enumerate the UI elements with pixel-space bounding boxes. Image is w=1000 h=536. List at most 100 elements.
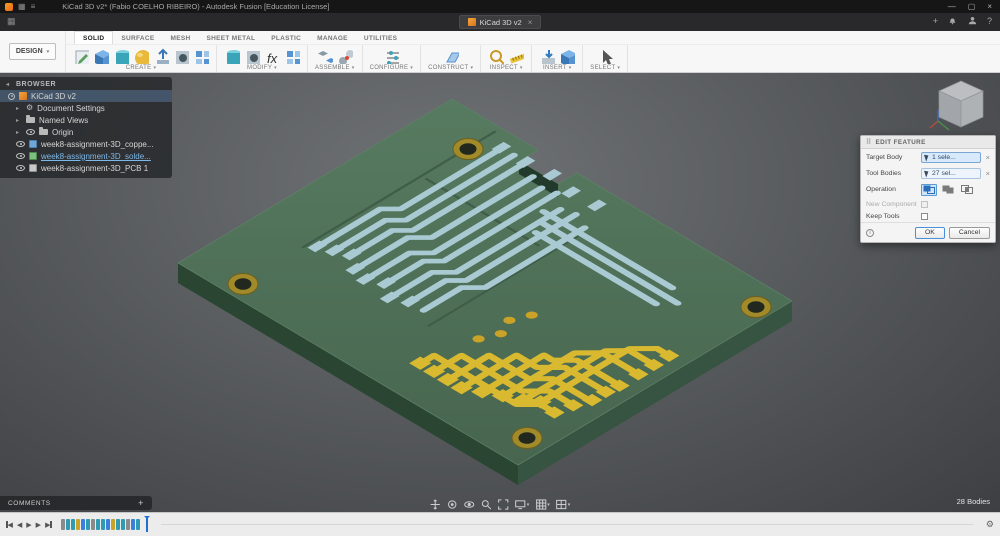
add-comment-icon[interactable]: + bbox=[138, 498, 144, 508]
tab-sheet-metal[interactable]: SHEET METAL bbox=[199, 32, 264, 44]
group-label-modify[interactable]: MODIFY ▾ bbox=[247, 65, 277, 71]
new-component-icon[interactable] bbox=[317, 48, 333, 64]
timeline-feature-icon[interactable] bbox=[70, 519, 75, 530]
visibility-eye-icon[interactable] bbox=[16, 153, 25, 159]
insert-mesh-icon[interactable] bbox=[559, 48, 576, 64]
add-tab-icon[interactable]: + bbox=[933, 16, 938, 26]
timeline-feature-icon[interactable] bbox=[95, 519, 100, 530]
operation-join-icon[interactable] bbox=[940, 184, 956, 196]
pan-icon[interactable] bbox=[430, 499, 441, 510]
tool-bodies-selection-chip[interactable]: 27 sel... bbox=[921, 167, 981, 179]
minimize-icon[interactable]: — bbox=[948, 2, 956, 11]
fillet-icon[interactable] bbox=[224, 48, 240, 64]
drag-grip-icon[interactable]: ⠿ bbox=[866, 138, 872, 146]
display-settings-icon[interactable]: ▾ bbox=[515, 499, 529, 510]
timeline-feature-icon[interactable] bbox=[135, 519, 140, 530]
operation-intersect-icon[interactable] bbox=[959, 184, 975, 196]
visibility-eye-icon[interactable] bbox=[16, 165, 25, 171]
chevron-right-icon[interactable]: ▸ bbox=[16, 117, 22, 124]
info-icon[interactable]: i bbox=[866, 228, 874, 237]
sphere-icon[interactable] bbox=[133, 48, 149, 64]
browser-header[interactable]: ◂ BROWSER bbox=[0, 79, 172, 90]
inspect-icon[interactable] bbox=[488, 48, 505, 64]
box-icon[interactable] bbox=[93, 48, 109, 64]
group-label-assemble[interactable]: ASSEMBLE ▾ bbox=[315, 65, 355, 71]
settings-gear-icon[interactable]: ⚙ bbox=[986, 519, 994, 530]
help-icon[interactable]: ? bbox=[987, 16, 992, 26]
user-icon[interactable] bbox=[967, 15, 978, 26]
tab-solid[interactable]: SOLID bbox=[74, 31, 114, 44]
collapse-panel-icon[interactable]: ◂ bbox=[6, 81, 12, 88]
timeline-track[interactable] bbox=[161, 524, 973, 525]
keep-tools-checkbox[interactable] bbox=[921, 212, 928, 220]
measure-icon[interactable] bbox=[508, 48, 525, 64]
timeline-feature-icon[interactable] bbox=[60, 519, 65, 530]
view-cube[interactable] bbox=[928, 75, 994, 137]
active-component-radio-icon[interactable] bbox=[8, 92, 15, 100]
cancel-button[interactable]: Cancel bbox=[948, 226, 990, 239]
timeline-feature-icon[interactable] bbox=[125, 519, 130, 530]
timeline-feature-icon[interactable] bbox=[100, 519, 105, 530]
modify-pattern-icon[interactable] bbox=[284, 48, 300, 64]
cylinder-icon[interactable] bbox=[113, 48, 129, 64]
browser-item-copper-body[interactable]: week8-assignment-3D_coppe... bbox=[0, 138, 172, 150]
group-label-inspect[interactable]: INSPECT ▾ bbox=[490, 65, 523, 71]
tab-manage[interactable]: MANAGE bbox=[309, 32, 356, 44]
comments-bar[interactable]: COMMENTS + bbox=[0, 496, 152, 510]
play-icon[interactable]: ▶ bbox=[26, 521, 31, 529]
tab-plastic[interactable]: PLASTIC bbox=[263, 32, 309, 44]
timeline-feature-icon[interactable] bbox=[85, 519, 90, 530]
browser-item-pcb-component[interactable]: week8-assignment-3D_PCB 1 bbox=[0, 162, 172, 174]
tab-surface[interactable]: SURFACE bbox=[113, 32, 162, 44]
workspace-switcher-button[interactable]: DESIGN ▾ bbox=[8, 43, 57, 60]
group-label-configure[interactable]: CONFIGURE ▾ bbox=[370, 65, 414, 71]
timeline-feature-icon[interactable] bbox=[130, 519, 135, 530]
target-body-selection-chip[interactable]: 1 sele... bbox=[921, 151, 981, 163]
hole-icon[interactable] bbox=[173, 48, 189, 64]
notification-bell-icon[interactable] bbox=[947, 15, 958, 26]
timeline-feature-icon[interactable] bbox=[90, 519, 95, 530]
viewports-icon[interactable]: ▾ bbox=[556, 499, 570, 510]
ok-button[interactable]: OK bbox=[915, 226, 945, 239]
chevron-right-icon[interactable]: ▸ bbox=[16, 129, 22, 136]
timeline-feature-icon[interactable] bbox=[105, 519, 110, 530]
chevron-right-icon[interactable]: ▸ bbox=[16, 105, 22, 112]
browser-item-root[interactable]: KiCad 3D v2 bbox=[0, 90, 172, 102]
look-at-icon[interactable] bbox=[464, 499, 475, 510]
document-tab[interactable]: KiCad 3D v2 × bbox=[458, 15, 542, 29]
operation-cut-icon[interactable] bbox=[921, 183, 937, 196]
skip-end-icon[interactable]: ▶ bbox=[45, 521, 52, 529]
tab-utilities[interactable]: UTILITIES bbox=[356, 32, 405, 44]
extrude-icon[interactable] bbox=[153, 48, 169, 64]
browser-item-named-views[interactable]: ▸ Named Views bbox=[0, 114, 172, 126]
group-label-create[interactable]: CREATE ▾ bbox=[126, 65, 157, 71]
group-label-insert[interactable]: INSERT ▾ bbox=[543, 65, 572, 71]
pattern-icon[interactable] bbox=[193, 48, 209, 64]
create-sketch-icon[interactable] bbox=[73, 48, 89, 64]
timeline-feature-icon[interactable] bbox=[115, 519, 120, 530]
visibility-eye-icon[interactable] bbox=[16, 141, 25, 147]
data-panel-icon[interactable]: ▦ bbox=[7, 17, 16, 26]
step-back-icon[interactable]: ◀ bbox=[17, 521, 22, 529]
browser-item-solder-body[interactable]: week8-assignment-3D_solde... bbox=[0, 150, 172, 162]
timeline-feature-icon[interactable] bbox=[75, 519, 80, 530]
timeline-feature-icon[interactable] bbox=[65, 519, 70, 530]
browser-item-document-settings[interactable]: ▸ ⚙ Document Settings bbox=[0, 102, 172, 114]
construction-plane-icon[interactable] bbox=[443, 48, 459, 64]
shell-icon[interactable] bbox=[244, 48, 260, 64]
timeline-feature-icon[interactable] bbox=[80, 519, 85, 530]
select-icon[interactable] bbox=[597, 48, 614, 64]
group-label-construct[interactable]: CONSTRUCT ▾ bbox=[428, 65, 473, 71]
clear-selection-icon[interactable]: × bbox=[986, 153, 990, 162]
orbit-icon[interactable] bbox=[447, 499, 458, 510]
group-label-select[interactable]: SELECT ▾ bbox=[590, 65, 620, 71]
visibility-eye-icon[interactable] bbox=[26, 129, 35, 135]
grid-settings-icon[interactable]: ▾ bbox=[535, 499, 550, 510]
dialog-header[interactable]: ⠿ EDIT FEATURE bbox=[861, 136, 995, 149]
fit-icon[interactable] bbox=[498, 499, 509, 510]
tab-mesh[interactable]: MESH bbox=[163, 32, 199, 44]
clear-selection-icon[interactable]: × bbox=[986, 169, 990, 178]
app-grid-menu-icon[interactable]: ▦ bbox=[18, 2, 26, 11]
configure-icon[interactable] bbox=[383, 48, 400, 64]
timeline-feature-icon[interactable] bbox=[120, 519, 125, 530]
